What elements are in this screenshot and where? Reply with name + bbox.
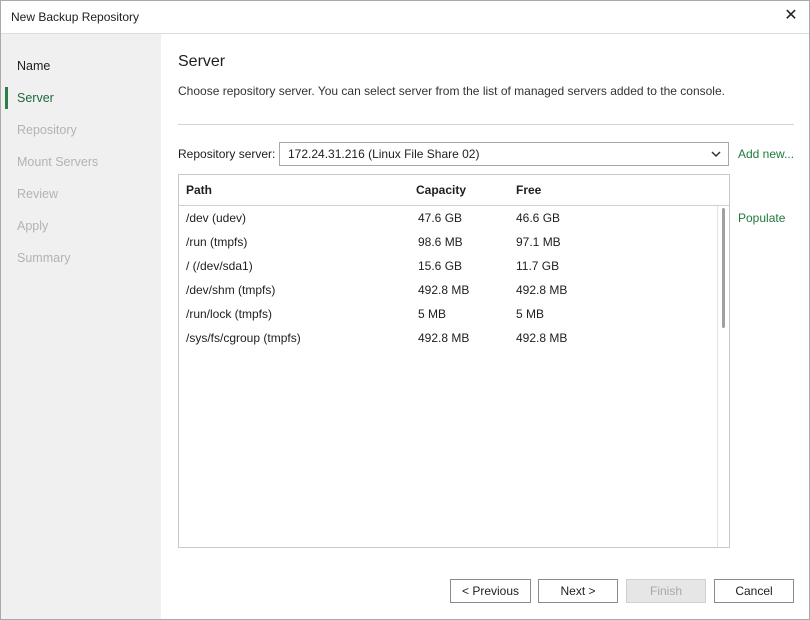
title-bar: New Backup Repository ✕ xyxy=(1,1,809,34)
next-button[interactable]: Next > xyxy=(538,579,618,603)
cell-path: /dev/shm (tmpfs) xyxy=(186,283,276,297)
step-server[interactable]: Server xyxy=(17,91,54,105)
step-repository: Repository xyxy=(17,123,77,137)
cell-capacity: 15.6 GB xyxy=(418,259,463,273)
cell-capacity: 5 MB xyxy=(418,307,447,321)
repository-server-label: Repository server: xyxy=(178,147,276,161)
cell-free: 492.8 MB xyxy=(516,283,568,297)
cell-capacity: 492.8 MB xyxy=(418,331,470,345)
table-row[interactable]: /dev (udev) 47.6 GB 46.6 GB xyxy=(179,207,717,231)
cell-free: 46.6 GB xyxy=(516,211,561,225)
page-description: Choose repository server. You can select… xyxy=(178,84,725,98)
step-name[interactable]: Name xyxy=(17,59,50,73)
window-title: New Backup Repository xyxy=(11,10,140,24)
table-scrollbar[interactable] xyxy=(717,206,729,547)
wizard-window: New Backup Repository ✕ Name Server Repo… xyxy=(0,0,810,620)
cell-path: / (/dev/sda1) xyxy=(186,259,253,273)
cell-free: 5 MB xyxy=(516,307,545,321)
add-new-server-link[interactable]: Add new... xyxy=(738,147,794,161)
wizard-steps-sidebar: Name Server Repository Mount Servers Rev… xyxy=(1,34,161,619)
active-step-marker xyxy=(5,87,8,109)
cell-capacity: 47.6 GB xyxy=(418,211,463,225)
table-row[interactable]: /dev/shm (tmpfs) 492.8 MB 492.8 MB xyxy=(179,279,717,303)
populate-link[interactable]: Populate xyxy=(738,211,785,225)
cell-free: 97.1 MB xyxy=(516,235,561,249)
close-icon[interactable]: ✕ xyxy=(783,6,799,26)
step-summary: Summary xyxy=(17,251,71,265)
column-header-path[interactable]: Path xyxy=(186,183,212,197)
step-mount-servers: Mount Servers xyxy=(17,155,99,169)
previous-button[interactable]: < Previous xyxy=(450,579,531,603)
table-row[interactable]: /run (tmpfs) 98.6 MB 97.1 MB xyxy=(179,231,717,255)
cell-path: /sys/fs/cgroup (tmpfs) xyxy=(186,331,301,345)
step-review: Review xyxy=(17,187,58,201)
volumes-table: Path Capacity Free /dev (udev) 47.6 GB 4… xyxy=(178,174,730,548)
step-apply: Apply xyxy=(17,219,49,233)
table-row[interactable]: / (/dev/sda1) 15.6 GB 11.7 GB xyxy=(179,255,717,279)
repository-server-dropdown[interactable]: 172.24.31.216 (Linux File Share 02) xyxy=(279,142,729,166)
cell-capacity: 98.6 MB xyxy=(418,235,463,249)
column-header-free[interactable]: Free xyxy=(516,183,541,197)
finish-button: Finish xyxy=(626,579,706,603)
chevron-down-icon xyxy=(711,151,721,158)
repository-server-value: 172.24.31.216 (Linux File Share 02) xyxy=(288,147,480,161)
table-row[interactable]: /sys/fs/cgroup (tmpfs) 492.8 MB 492.8 MB xyxy=(179,327,717,351)
cell-path: /dev (udev) xyxy=(186,211,247,225)
table-row[interactable]: /run/lock (tmpfs) 5 MB 5 MB xyxy=(179,303,717,327)
column-header-capacity[interactable]: Capacity xyxy=(416,183,466,197)
table-header: Path Capacity Free xyxy=(179,175,729,206)
main-content: Server Choose repository server. You can… xyxy=(161,34,809,619)
scrollbar-thumb[interactable] xyxy=(722,208,725,328)
header-divider xyxy=(178,124,794,125)
cell-free: 11.7 GB xyxy=(516,259,560,273)
cell-free: 492.8 MB xyxy=(516,331,568,345)
cancel-button[interactable]: Cancel xyxy=(714,579,794,603)
cell-path: /run/lock (tmpfs) xyxy=(186,307,273,321)
page-title: Server xyxy=(178,53,226,70)
cell-capacity: 492.8 MB xyxy=(418,283,470,297)
cell-path: /run (tmpfs) xyxy=(186,235,248,249)
